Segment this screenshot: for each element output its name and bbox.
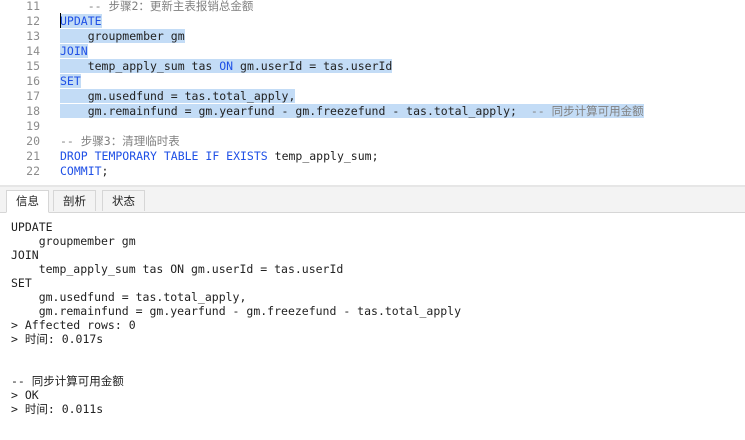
- code-text: UPDATE: [60, 14, 102, 29]
- line-number: 17: [26, 89, 40, 103]
- output-line: JOIN: [11, 248, 39, 262]
- output-line: temp_apply_sum tas ON gm.userId = tas.us…: [11, 262, 344, 276]
- line-number: 15: [26, 59, 40, 73]
- code-text: JOIN: [60, 44, 88, 59]
- output-line: -- 同步计算可用金额: [11, 374, 124, 388]
- sql-token: gm.userId = tas.userId: [233, 59, 393, 73]
- line-number: 21: [26, 149, 40, 163]
- output-line: > 时间: 0.011s: [11, 402, 104, 416]
- editor-line[interactable]: 16 SET: [0, 74, 745, 89]
- editor-line[interactable]: 22 COMMIT;: [0, 164, 745, 179]
- sql-comment: -- 步骤3：清理临时表: [60, 134, 180, 148]
- sql-keyword: DROP TEMPORARY TABLE IF EXISTS: [60, 149, 268, 163]
- editor-line[interactable]: 11 -- 步骤2：更新主表报销总金额: [0, 0, 745, 14]
- sql-keyword: UPDATE: [60, 14, 102, 28]
- text-caret: [60, 13, 61, 28]
- sql-token: gm.usedfund = tas.total_apply,: [60, 89, 296, 103]
- code-text: SET: [60, 74, 81, 89]
- editor-line[interactable]: 19: [0, 119, 745, 134]
- sql-token: groupmember gm: [60, 29, 185, 43]
- sql-comment: -- 步骤2：更新主表报销总金额: [60, 0, 254, 13]
- line-number: 11: [26, 0, 40, 13]
- output-line: SET: [11, 276, 32, 290]
- code-text: -- 步骤3：清理临时表: [60, 134, 180, 149]
- editor-line[interactable]: 21 DROP TEMPORARY TABLE IF EXISTS temp_ap…: [0, 149, 745, 164]
- sql-editor[interactable]: 11 -- 步骤2：更新主表报销总金额 12 UPDATE 13 groupmembe…: [0, 0, 745, 185]
- tab-status[interactable]: 状态: [102, 190, 145, 211]
- sql-keyword: JOIN: [60, 44, 88, 58]
- sql-token: gm.remainfund = gm.yearfund - gm.freezef…: [60, 104, 531, 118]
- output-line: > OK: [11, 388, 39, 402]
- line-number: 16: [26, 74, 40, 88]
- line-number: 13: [26, 29, 40, 43]
- line-number: 22: [26, 164, 40, 178]
- sql-comment: -- 同步计算可用金额: [530, 104, 644, 118]
- editor-line[interactable]: 12 UPDATE: [0, 14, 745, 29]
- line-number: 19: [26, 119, 40, 133]
- code-text: groupmember gm: [60, 29, 185, 44]
- output-line: groupmember gm: [11, 234, 136, 248]
- result-tabs: 信息 剖析 状态: [0, 187, 745, 213]
- sql-token: temp_apply_sum tas: [60, 59, 220, 73]
- sql-keyword: ON: [219, 59, 234, 73]
- editor-line[interactable]: 15 temp_apply_sum tas ON gm.userId = tas…: [0, 59, 745, 74]
- sql-token: ;: [101, 164, 109, 178]
- output-line: > 时间: 0.017s: [11, 332, 104, 346]
- editor-line[interactable]: 13 groupmember gm: [0, 29, 745, 44]
- output-line: UPDATE: [11, 220, 53, 234]
- code-text: temp_apply_sum tas ON gm.userId = tas.us…: [60, 59, 393, 74]
- message-output: UPDATE groupmember gm JOIN temp_apply_sum…: [0, 213, 745, 440]
- output-line: gm.usedfund = tas.total_apply,: [11, 290, 247, 304]
- sql-keyword: SET: [60, 74, 81, 88]
- tab-info[interactable]: 信息: [6, 190, 49, 213]
- output-line: gm.remainfund = gm.yearfund - gm.freezef…: [11, 304, 462, 318]
- line-number: 14: [26, 44, 40, 58]
- code-text: COMMIT;: [60, 164, 108, 179]
- code-text: gm.remainfund = gm.yearfund - gm.freezef…: [60, 104, 644, 119]
- sql-keyword: COMMIT: [60, 164, 102, 178]
- line-number: 18: [26, 104, 40, 118]
- sql-token: temp_apply_sum;: [267, 149, 379, 163]
- code-text: DROP TEMPORARY TABLE IF EXISTS temp_appl…: [60, 149, 379, 164]
- line-number: 20: [26, 134, 40, 148]
- editor-line[interactable]: 18 gm.remainfund = gm.yearfund - gm.free…: [0, 104, 745, 119]
- code-text: gm.usedfund = tas.total_apply,: [60, 89, 296, 104]
- code-text: -- 步骤2：更新主表报销总金额: [60, 0, 254, 14]
- editor-line[interactable]: 20 -- 步骤3：清理临时表: [0, 134, 745, 149]
- output-line: > Affected rows: 0: [11, 318, 136, 332]
- editor-line[interactable]: 17 gm.usedfund = tas.total_apply,: [0, 89, 745, 104]
- editor-line[interactable]: 14 JOIN: [0, 44, 745, 59]
- tab-profile[interactable]: 剖析: [53, 190, 96, 211]
- line-number: 12: [26, 14, 40, 28]
